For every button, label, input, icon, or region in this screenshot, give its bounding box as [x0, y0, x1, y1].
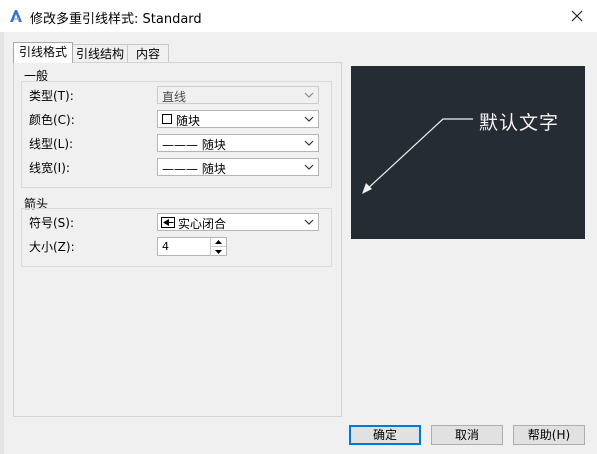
- chevron-down-icon: [304, 140, 314, 146]
- type-combobox[interactable]: 直线: [157, 86, 319, 104]
- color-swatch: [162, 114, 172, 124]
- symbol-label: 符号(S):: [29, 216, 75, 230]
- color-value: 随块: [176, 114, 201, 128]
- title-bar: 修改多重引线样式: Standard: [0, 0, 597, 32]
- spin-up-button[interactable]: [210, 238, 226, 246]
- preview-default-text: 默认文字: [479, 112, 560, 134]
- type-label: 类型(T):: [29, 89, 74, 103]
- lineweight-label: 线宽(I):: [29, 161, 70, 175]
- lineweight-combobox[interactable]: ——— 随块: [157, 158, 319, 176]
- color-label: 颜色(C):: [29, 113, 75, 127]
- chevron-down-icon: [304, 116, 314, 122]
- leader-preview: [351, 66, 585, 239]
- spin-down-button[interactable]: [210, 246, 226, 256]
- lineweight-value: ——— 随块: [162, 162, 226, 176]
- arrow-symbol-combobox[interactable]: 实心闭合: [157, 213, 319, 231]
- window-title: 修改多重引线样式: Standard: [30, 12, 202, 27]
- close-icon: [571, 10, 583, 22]
- arrow-symbol-value: 实心闭合: [178, 217, 227, 231]
- chevron-down-icon: [304, 92, 314, 98]
- chevron-down-icon: [304, 219, 314, 225]
- leader-preview-drawing: [362, 118, 473, 194]
- tab-content[interactable]: 内容: [127, 44, 169, 63]
- color-combobox[interactable]: 随块: [157, 110, 319, 128]
- size-label: 大小(Z):: [29, 240, 75, 254]
- caret-down-icon: [215, 249, 222, 254]
- tab-leader-format[interactable]: 引线格式: [13, 42, 73, 63]
- cancel-button[interactable]: 取消: [431, 425, 503, 445]
- arrow-closed-filled-icon: [161, 217, 175, 228]
- arrow-size-value: 4: [162, 240, 169, 253]
- help-button[interactable]: 帮助(H): [513, 425, 585, 445]
- caret-up-icon: [215, 240, 222, 244]
- chevron-down-icon: [304, 164, 314, 170]
- linetype-combobox[interactable]: ——— 随块: [157, 134, 319, 152]
- linetype-label: 线型(L):: [29, 137, 74, 151]
- arrow-size-spinner[interactable]: 4: [157, 237, 227, 256]
- close-button[interactable]: [560, 4, 594, 28]
- left-edge-strip: [0, 32, 4, 454]
- app-icon: [10, 10, 22, 22]
- ok-button[interactable]: 确定: [349, 425, 421, 445]
- linetype-value: ——— 随块: [162, 138, 226, 152]
- type-value: 直线: [162, 90, 187, 104]
- tab-leader-structure[interactable]: 引线结构: [72, 44, 128, 63]
